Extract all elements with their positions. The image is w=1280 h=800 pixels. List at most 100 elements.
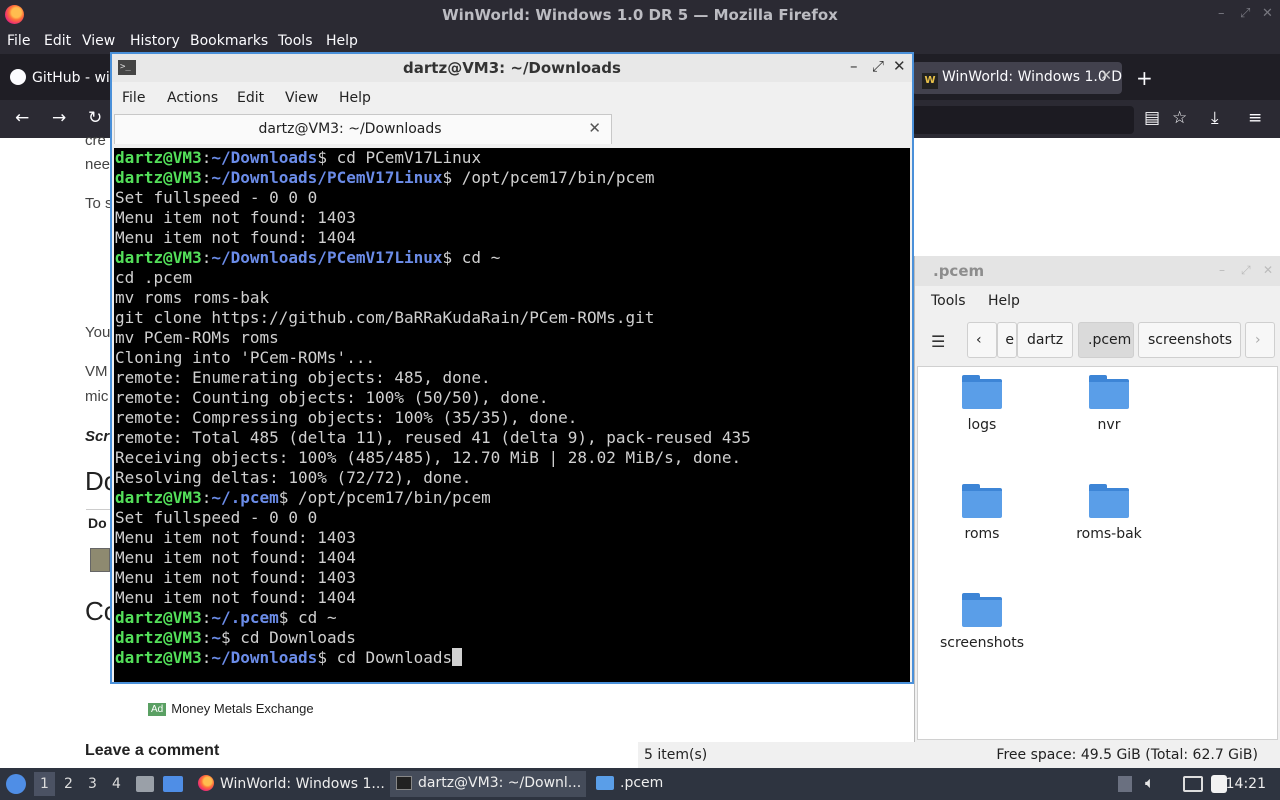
start-menu-icon[interactable] bbox=[6, 774, 26, 794]
prompt-path: ~ bbox=[211, 628, 221, 647]
terminal-menubar: File Actions Edit View Help bbox=[112, 84, 912, 112]
path-scroll-left-button[interactable]: ‹ bbox=[967, 322, 997, 358]
folder-icon bbox=[1089, 484, 1129, 518]
tab-github[interactable]: GitHub - win bbox=[0, 62, 112, 94]
minimize-icon[interactable]: – bbox=[1218, 6, 1225, 21]
path-segment-current[interactable]: .pcem bbox=[1078, 322, 1134, 358]
close-icon[interactable]: ✕ bbox=[1263, 263, 1273, 277]
folder-item[interactable]: screenshots bbox=[922, 593, 1042, 651]
firefox-window-title: WinWorld: Windows 1.0 DR 5 — Mozilla Fir… bbox=[442, 6, 838, 24]
tab-close-icon[interactable]: ✕ bbox=[1100, 68, 1112, 84]
menu-help[interactable]: Help bbox=[339, 90, 371, 106]
file-manager-statusbar: 5 item(s) Free space: 49.5 GiB (Total: 6… bbox=[638, 742, 1280, 768]
minimize-icon[interactable]: – bbox=[850, 57, 858, 75]
maximize-icon[interactable]: ⤢ bbox=[1240, 6, 1250, 21]
maximize-icon[interactable]: ⤢ bbox=[872, 57, 884, 75]
notes-icon[interactable] bbox=[1211, 775, 1227, 793]
free-space: Free space: 49.5 GiB (Total: 62.7 GiB) bbox=[996, 747, 1258, 763]
menu-bookmarks[interactable]: Bookmarks bbox=[190, 33, 268, 49]
menu-edit[interactable]: Edit bbox=[44, 33, 71, 49]
file-manager-launcher-icon[interactable] bbox=[136, 776, 154, 792]
hamburger-menu-icon[interactable]: ≡ bbox=[1248, 108, 1262, 128]
task-file-manager[interactable]: .pcem bbox=[590, 771, 670, 797]
workspace-1[interactable]: 1 bbox=[34, 772, 55, 796]
network-icon[interactable] bbox=[1183, 776, 1203, 792]
prompt-user: dartz@VM3 bbox=[115, 248, 202, 267]
path-segment[interactable]: e bbox=[997, 322, 1017, 358]
prompt-user: dartz@VM3 bbox=[115, 608, 202, 627]
folder-label: roms bbox=[964, 526, 1000, 542]
volume-icon[interactable]: 🔈︎ bbox=[1145, 773, 1155, 793]
path-segment[interactable]: screenshots bbox=[1138, 322, 1241, 358]
prompt-separator: : bbox=[201, 148, 212, 167]
terminal-titlebar: >_ dartz@VM3: ~/Downloads – ⤢ ✕ bbox=[112, 54, 912, 82]
back-icon[interactable]: ← bbox=[15, 108, 29, 128]
terminal-tab[interactable]: dartz@VM3: ~/Downloads ✕ bbox=[114, 114, 612, 144]
terminal-line: git clone https://github.com/BaRRaKudaRa… bbox=[115, 308, 910, 328]
clipboard-icon[interactable] bbox=[1118, 776, 1132, 792]
menu-history[interactable]: History bbox=[130, 33, 180, 49]
folder-item[interactable]: nvr bbox=[1049, 375, 1169, 433]
output-text: Receiving objects: 100% (485/485), 12.70… bbox=[115, 448, 742, 467]
menu-view[interactable]: View bbox=[82, 33, 115, 49]
output-text: Menu item not found: 1404 bbox=[115, 588, 356, 607]
prompt-path: ~/.pcem bbox=[211, 488, 279, 507]
menu-help[interactable]: Help bbox=[988, 293, 1020, 309]
menu-tools[interactable]: Tools bbox=[931, 293, 966, 309]
show-desktop-icon[interactable] bbox=[163, 776, 183, 792]
terminal-line: Menu item not found: 1404 bbox=[115, 548, 910, 568]
output-text: mv roms roms-bak bbox=[115, 288, 270, 307]
terminal-line: dartz@VM3:~/Downloads$ cd Downloads bbox=[115, 648, 910, 668]
downloads-icon[interactable]: ⤓ bbox=[1211, 108, 1219, 128]
download-disk-icon[interactable] bbox=[90, 548, 110, 572]
url-bar[interactable] bbox=[912, 106, 1134, 134]
folder-item[interactable]: logs bbox=[922, 375, 1042, 433]
terminal-line: dartz@VM3:~/Downloads/PCemV17Linux$ cd ~ bbox=[115, 248, 910, 268]
terminal-line: Menu item not found: 1404 bbox=[115, 228, 910, 248]
terminal-output[interactable]: dartz@VM3:~/Downloads$ cd PCemV17Linux da… bbox=[114, 148, 910, 682]
workspace-4[interactable]: 4 bbox=[112, 776, 121, 792]
page-text-fragment: To s bbox=[85, 195, 113, 212]
reload-icon[interactable]: ↻ bbox=[88, 108, 102, 128]
command-text: $ cd Downloads bbox=[317, 648, 453, 667]
menu-file[interactable]: File bbox=[7, 33, 30, 49]
menu-view[interactable]: View bbox=[285, 90, 318, 106]
firefox-icon bbox=[198, 775, 214, 791]
workspace-2[interactable]: 2 bbox=[64, 776, 73, 792]
close-icon[interactable]: ✕ bbox=[893, 57, 906, 75]
menu-tools[interactable]: Tools bbox=[278, 33, 313, 49]
minimize-icon[interactable]: – bbox=[1219, 263, 1225, 277]
folder-item[interactable]: roms-bak bbox=[1049, 484, 1169, 542]
tab-winworld[interactable]: W WinWorld: Windows 1.0 D ✕ bbox=[912, 62, 1122, 94]
ad-link[interactable]: Ad Money Metals Exchange bbox=[148, 701, 314, 716]
menu-help[interactable]: Help bbox=[326, 33, 358, 49]
file-icon-view[interactable]: logs nvr roms roms-bak screenshots bbox=[917, 366, 1278, 740]
prompt-path: ~/Downloads bbox=[211, 648, 318, 667]
task-firefox[interactable]: WinWorld: Windows 1... bbox=[192, 771, 384, 797]
path-segment[interactable]: dartz bbox=[1017, 322, 1073, 358]
prompt-separator: : bbox=[201, 628, 212, 647]
terminal-tab-label: dartz@VM3: ~/Downloads bbox=[258, 121, 442, 137]
path-scroll-right-button[interactable]: › bbox=[1245, 322, 1275, 358]
bookmark-star-icon[interactable]: ☆ bbox=[1172, 108, 1187, 128]
maximize-icon[interactable]: ⤢ bbox=[1241, 263, 1251, 278]
menu-file[interactable]: File bbox=[122, 90, 145, 106]
output-text: remote: Compressing objects: 100% (35/35… bbox=[115, 408, 578, 427]
forward-icon[interactable]: → bbox=[52, 108, 66, 128]
output-text: Menu item not found: 1403 bbox=[115, 568, 356, 587]
ad-text: Money Metals Exchange bbox=[171, 701, 314, 716]
github-icon bbox=[10, 69, 26, 85]
menu-actions[interactable]: Actions bbox=[167, 90, 218, 106]
close-icon[interactable]: ✕ bbox=[1262, 6, 1273, 21]
terminal-line: Menu item not found: 1403 bbox=[115, 208, 910, 228]
terminal-line: Menu item not found: 1403 bbox=[115, 528, 910, 548]
new-tab-icon[interactable]: + bbox=[1136, 66, 1153, 90]
tab-close-icon[interactable]: ✕ bbox=[588, 119, 601, 137]
workspace-3[interactable]: 3 bbox=[88, 776, 97, 792]
reader-view-icon[interactable]: ▤ bbox=[1144, 108, 1160, 128]
folder-item[interactable]: roms bbox=[922, 484, 1042, 542]
list-view-icon[interactable]: ☰ bbox=[931, 332, 945, 351]
task-terminal[interactable]: dartz@VM3: ~/Downl... bbox=[390, 771, 586, 797]
terminal-window: >_ dartz@VM3: ~/Downloads – ⤢ ✕ File Act… bbox=[110, 52, 914, 684]
menu-edit[interactable]: Edit bbox=[237, 90, 264, 106]
